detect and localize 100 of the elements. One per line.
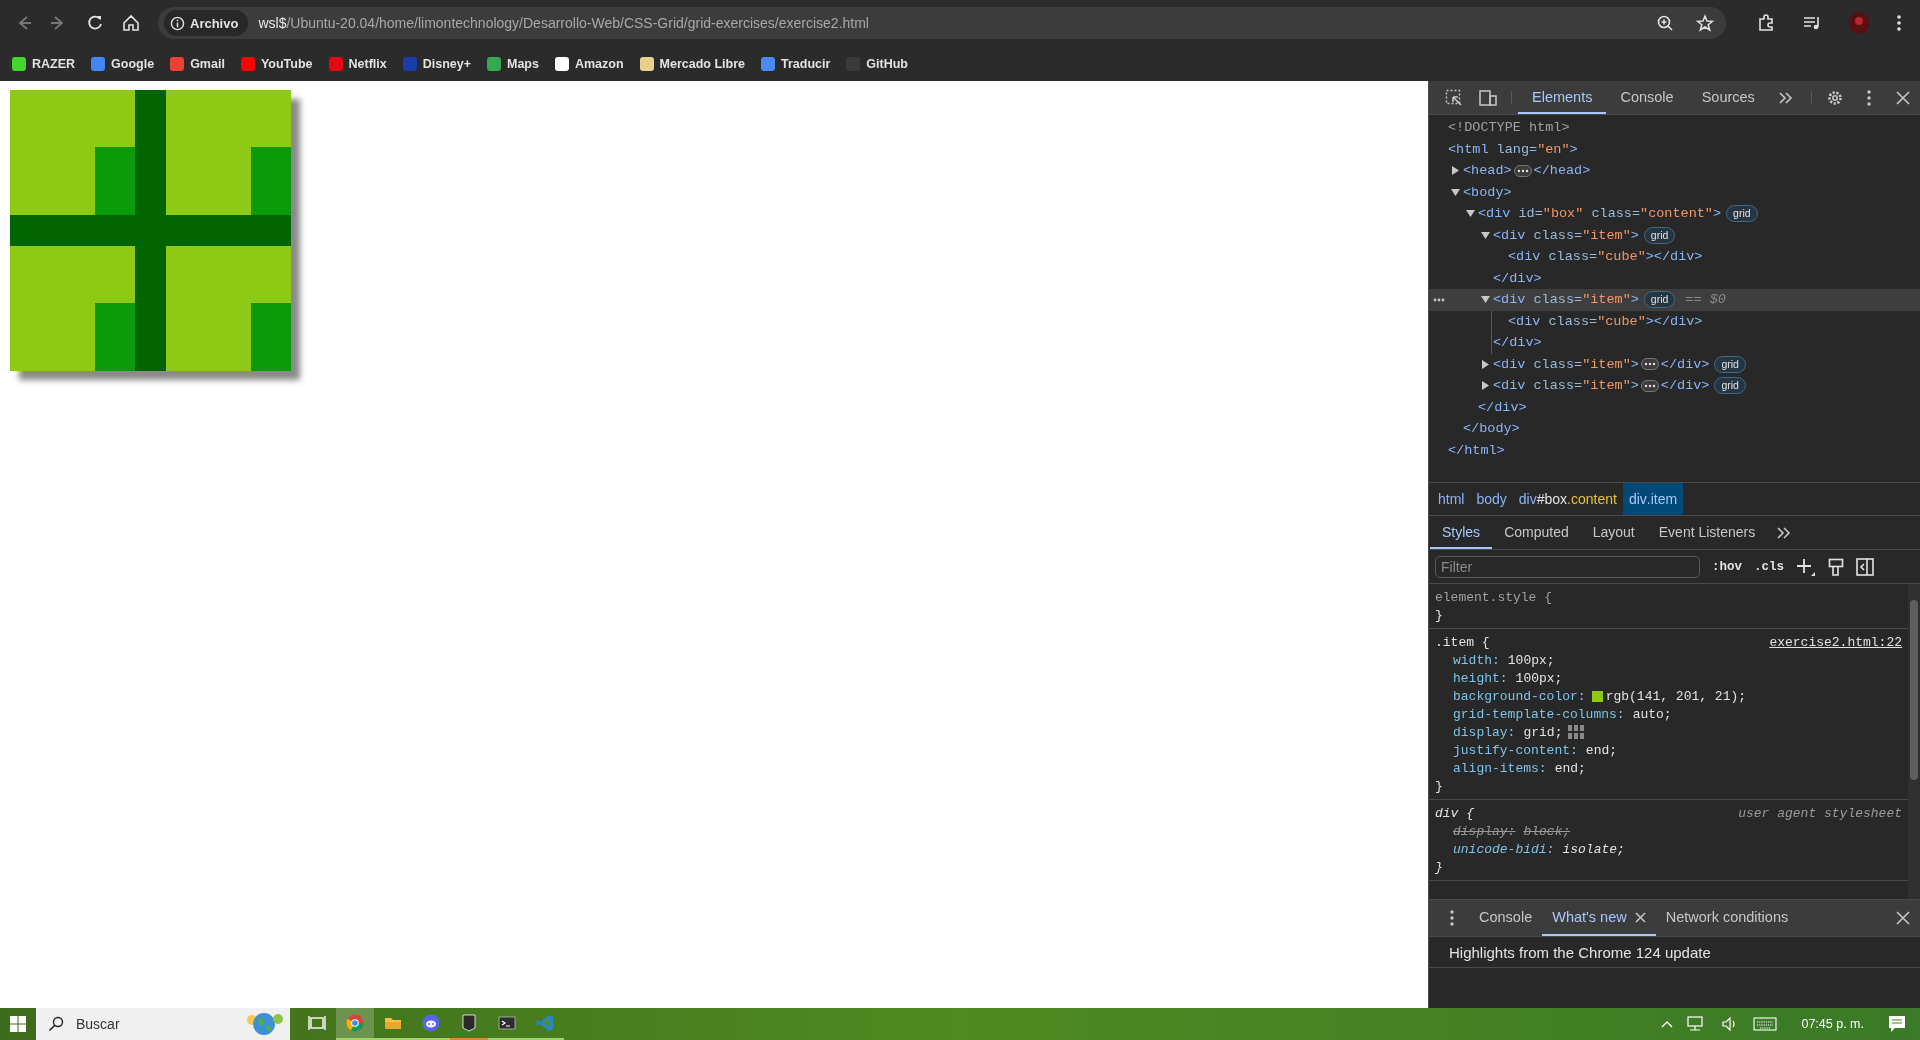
dom-node-row[interactable]: <div class="item"> grid	[1429, 224, 1920, 246]
device-toolbar-icon[interactable]	[1478, 88, 1498, 107]
css-value[interactable]: end;	[1585, 742, 1618, 758]
more-options-icon[interactable]	[1866, 88, 1872, 107]
expanded-arrow-icon[interactable]	[1466, 209, 1475, 219]
css-value[interactable]: block;	[1523, 823, 1571, 839]
expanded-arrow-icon[interactable]	[1451, 187, 1460, 197]
scrollbar[interactable]	[1908, 584, 1920, 899]
collapsed-arrow-icon[interactable]	[1451, 166, 1460, 176]
panel-tab[interactable]: Console	[1606, 81, 1688, 114]
more-tabs-icon[interactable]	[1776, 524, 1793, 541]
bookmark-link[interactable]: Google	[91, 56, 155, 71]
dom-node-row[interactable]: <div class="item"> </div> grid	[1429, 375, 1920, 397]
drawer-tab[interactable]: Network conditions	[1655, 900, 1799, 936]
inspect-element-icon[interactable]	[1445, 88, 1463, 107]
toggle-button[interactable]: .cls	[1754, 559, 1785, 574]
drawer-tab[interactable]: Console	[1469, 900, 1543, 936]
css-value[interactable]: 100px;	[1507, 652, 1555, 668]
sidebar-tab[interactable]: Event Listeners	[1646, 516, 1768, 549]
menu-icon[interactable]	[1896, 14, 1902, 32]
sidebar-tab[interactable]: Computed	[1492, 516, 1581, 549]
more-options-icon[interactable]	[1449, 909, 1455, 927]
collapsed-arrow-icon[interactable]	[1481, 381, 1490, 391]
ellipsis-icon[interactable]	[1640, 358, 1659, 371]
close-icon[interactable]	[1896, 911, 1910, 925]
expanded-arrow-icon[interactable]	[1481, 295, 1490, 305]
drawer-tab[interactable]: What's new	[1542, 900, 1656, 936]
dom-node-row[interactable]: <div class="item"> grid == $0	[1429, 289, 1920, 311]
panel-tab[interactable]: Sources	[1687, 81, 1769, 114]
dom-node-row[interactable]: <head> </head>	[1429, 160, 1920, 182]
browser-icon[interactable]	[346, 1014, 364, 1032]
breadcrumb[interactable]: div.item	[1622, 483, 1684, 515]
security-chip[interactable]: Archivo	[164, 10, 249, 36]
grid-badge[interactable]: grid	[1643, 226, 1676, 244]
dom-node-row[interactable]: <div class="cube"></div>	[1429, 246, 1920, 268]
dom-node-row[interactable]: <div class="cube"></div>	[1492, 310, 1920, 332]
settings-icon[interactable]	[1826, 88, 1844, 107]
bookmark-link[interactable]: YouTube	[240, 56, 313, 71]
color-swatch[interactable]	[1591, 690, 1603, 702]
taskbar-search-field[interactable]: Buscar	[36, 1008, 290, 1040]
bookmark-link[interactable]: Maps	[487, 56, 539, 71]
dom-node-row[interactable]: <body>	[1429, 181, 1920, 203]
dom-node-row[interactable]: <div id="box" class="content"> grid	[1429, 203, 1920, 225]
css-property[interactable]: background-color:	[1453, 688, 1586, 704]
dom-node-row[interactable]: <html lang="en">	[1429, 138, 1920, 160]
sidebar-tab[interactable]: Styles	[1430, 516, 1493, 549]
grid-badge[interactable]: grid	[1726, 205, 1758, 223]
search-field[interactable]: Buscar	[74, 1015, 234, 1033]
css-property[interactable]: display:	[1453, 724, 1516, 740]
breadcrumb[interactable]: html	[1432, 483, 1471, 515]
bookmark-link[interactable]: Mercado Libre	[639, 56, 745, 71]
dom-node-row[interactable]: <!DOCTYPE html>	[1429, 117, 1920, 139]
grid-badge[interactable]: grid	[1714, 377, 1746, 395]
breadcrumb[interactable]: body	[1470, 483, 1513, 515]
bookmark-link[interactable]: Amazon	[554, 56, 624, 71]
game-store-icon[interactable]	[460, 1014, 478, 1032]
ellipsis-icon[interactable]	[1513, 164, 1532, 177]
css-value[interactable]: end;	[1554, 760, 1586, 776]
css-property[interactable]: height:	[1453, 670, 1508, 686]
bookmark-link[interactable]: Traducir	[761, 56, 831, 71]
grid-editor-icon[interactable]	[1568, 725, 1585, 739]
collapsed-arrow-icon[interactable]	[1481, 359, 1490, 369]
panel-tab[interactable]: Elements	[1518, 81, 1607, 114]
keyboard-icon[interactable]	[1753, 1017, 1778, 1031]
new-rule-icon[interactable]	[1796, 556, 1817, 577]
css-property[interactable]: unicode-bidi:	[1453, 841, 1555, 857]
dom-node-row[interactable]: <div class="item"> </div> grid	[1429, 353, 1920, 375]
close-icon[interactable]	[1634, 911, 1646, 923]
chat-app-icon[interactable]	[422, 1014, 440, 1032]
css-property[interactable]: grid-template-columns:	[1453, 706, 1625, 722]
bookmark-link[interactable]: Netflix	[328, 56, 387, 71]
ellipsis-icon[interactable]	[1640, 379, 1659, 392]
bookmark-star-icon[interactable]	[1696, 14, 1714, 32]
bookmark-link[interactable]: GitHub	[846, 56, 908, 71]
css-property[interactable]: display:	[1453, 823, 1516, 839]
address-bar[interactable]: Archivo wsl$/Ubuntu-20.04/home/limontechnology/Desarrollo-Web/CSS-Grid/grid-exercises/exercise2.html	[158, 7, 1726, 39]
bookmark-link[interactable]: RAZER	[12, 56, 76, 71]
more-tabs-icon[interactable]	[1777, 89, 1794, 106]
source-link[interactable]: exercise2.html:22	[1769, 634, 1902, 650]
notification-icon[interactable]	[1888, 1015, 1906, 1033]
terminal-icon[interactable]	[498, 1014, 516, 1032]
css-value[interactable]: grid;	[1523, 724, 1563, 740]
css-value[interactable]: rgb(141, 201, 21);	[1605, 688, 1747, 704]
grid-badge[interactable]: grid	[1714, 355, 1746, 373]
task-view-icon[interactable]	[308, 1014, 326, 1032]
css-value[interactable]: isolate;	[1562, 841, 1625, 857]
filter-field[interactable]: Filter	[1435, 555, 1700, 578]
clock[interactable]: 07:45 p. m.	[1801, 1017, 1864, 1031]
breadcrumb[interactable]: div#box.content	[1512, 483, 1623, 515]
zoom-icon[interactable]	[1656, 14, 1674, 32]
grid-badge[interactable]: grid	[1643, 291, 1676, 309]
css-property[interactable]: justify-content:	[1453, 742, 1578, 758]
toggle-sidebar-icon[interactable]	[1856, 557, 1875, 576]
sidebar-tab[interactable]: Layout	[1580, 516, 1647, 549]
toggle-button[interactable]: :hov	[1712, 559, 1742, 574]
bookmark-link[interactable]: Disney+	[402, 56, 471, 71]
close-icon[interactable]	[1896, 90, 1910, 105]
css-value[interactable]: 100px;	[1515, 670, 1563, 686]
css-value[interactable]: auto;	[1632, 706, 1672, 722]
css-property[interactable]: align-items:	[1453, 760, 1547, 776]
